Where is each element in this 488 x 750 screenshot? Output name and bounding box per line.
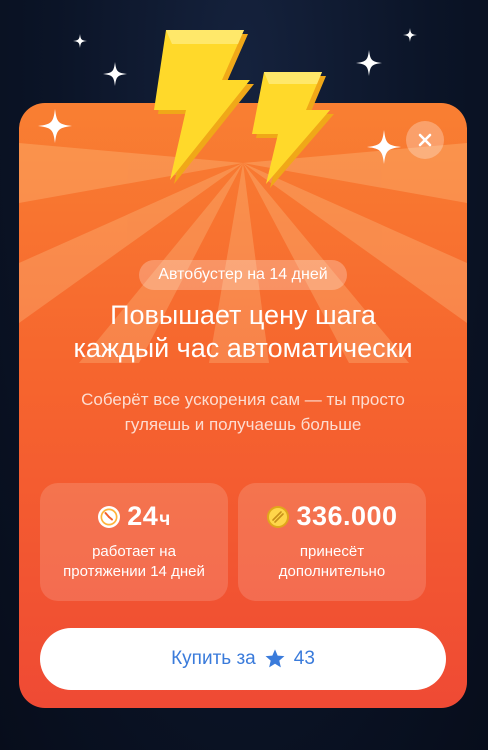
sparkle-icon — [356, 50, 382, 76]
autobooster-promo-card: Автобустер на 14 дней Повышает цену шага… — [19, 103, 467, 708]
coin-icon — [267, 505, 290, 528]
sparkle-icon — [38, 109, 72, 143]
stat-value: 336.000 — [238, 501, 426, 532]
stat-description-line: принесёт — [299, 543, 365, 560]
stat-description: работает на протяжении 14 дней — [40, 542, 228, 582]
buy-button[interactable]: Купить за 43 — [40, 628, 446, 690]
clock-icon — [98, 505, 121, 528]
promo-badge: Автобустер на 14 дней — [139, 260, 347, 290]
close-button[interactable] — [406, 121, 444, 159]
promo-title: Повышает цену шага каждый час автоматиче… — [19, 299, 467, 365]
promo-subtitle: Соберёт все ускорения сам — ты просто гу… — [19, 387, 467, 437]
lightning-bolts-icon — [154, 30, 334, 188]
stat-description: принесёт дополнительно — [238, 542, 426, 582]
stat-description-line: работает на — [92, 543, 176, 560]
sparkle-icon — [73, 34, 87, 48]
stat-card-earnings: 336.000 принесёт дополнительно — [238, 483, 426, 601]
buy-button-price: 43 — [293, 648, 315, 669]
stat-card-duration: 24ч работает на протяжении 14 дней — [40, 483, 228, 601]
stat-description-line: протяжении 14 дней — [63, 563, 205, 580]
duration-value: 24 — [127, 501, 159, 531]
star-icon — [265, 649, 285, 668]
promo-title-line: Повышает цену шага — [110, 300, 376, 330]
sparkle-icon — [103, 62, 127, 86]
duration-unit: ч — [159, 509, 171, 530]
earnings-value: 336.000 — [296, 501, 398, 531]
sparkle-icon — [403, 28, 417, 42]
promo-subtitle-line: гуляешь и получаешь больше — [124, 415, 362, 434]
promo-subtitle-line: Соберёт все ускорения сам — ты просто — [81, 390, 405, 409]
buy-button-label: Купить за — [171, 648, 256, 669]
close-icon — [418, 133, 432, 147]
stat-description-line: дополнительно — [278, 563, 386, 580]
promo-title-line: каждый час автоматически — [73, 333, 413, 363]
sparkle-icon — [367, 130, 401, 164]
stat-value: 24ч — [40, 501, 228, 532]
